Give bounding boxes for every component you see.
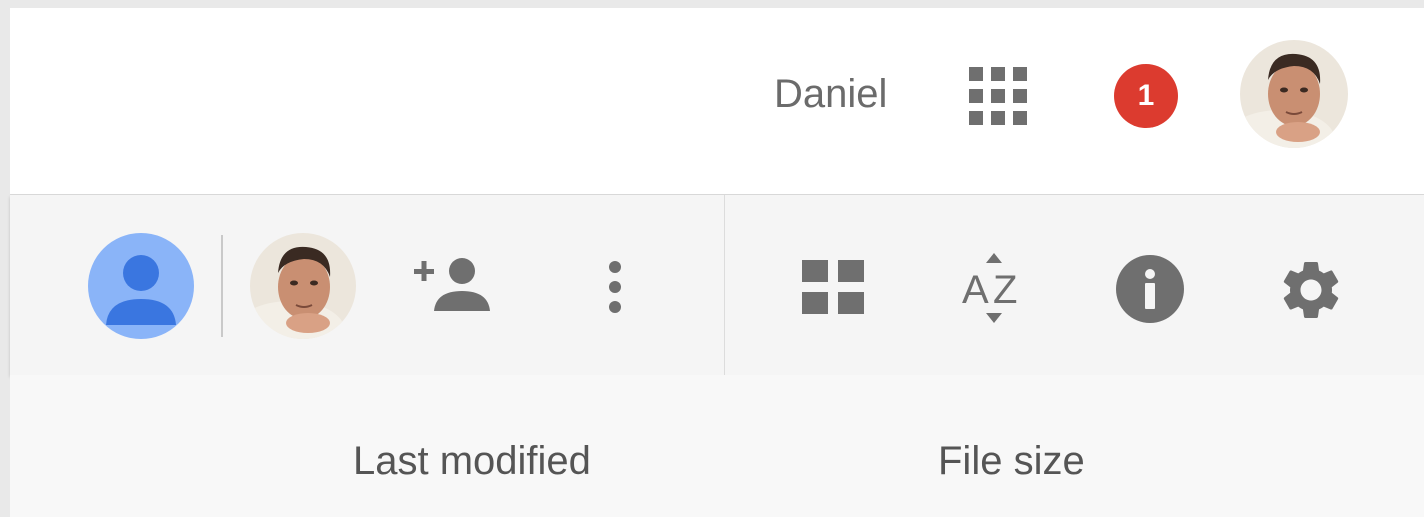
svg-text:A: A xyxy=(962,268,989,312)
toolbar-divider xyxy=(221,235,223,337)
person-add-icon xyxy=(414,258,490,311)
notification-count: 1 xyxy=(1137,79,1155,112)
user-photo-avatar xyxy=(1240,40,1348,148)
account-username[interactable]: Daniel xyxy=(774,72,887,117)
more-vert-icon xyxy=(609,261,621,313)
toolbar-section-divider xyxy=(724,195,725,375)
sort-az-icon: A Z xyxy=(962,253,1017,323)
info-icon xyxy=(1116,255,1184,323)
column-header-last-modified[interactable]: Last modified xyxy=(353,439,591,484)
column-header-file-size[interactable]: File size xyxy=(938,439,1085,484)
settings-button[interactable] xyxy=(1276,255,1346,325)
grid-view-button[interactable] xyxy=(798,257,868,319)
more-options-button[interactable] xyxy=(595,255,635,319)
drive-window: Daniel 1 A Z Last modified File size xyxy=(10,8,1424,517)
top-header: Daniel 1 xyxy=(10,8,1424,195)
sort-button[interactable]: A Z xyxy=(958,251,1030,325)
gear-icon xyxy=(1283,262,1339,318)
details-button[interactable] xyxy=(1116,255,1184,323)
user-photo-avatar xyxy=(250,233,356,339)
grid-view-icon xyxy=(802,260,864,314)
apps-grid-icon xyxy=(969,67,1027,125)
toolbar: A Z xyxy=(10,195,1424,375)
notifications-button[interactable]: 1 xyxy=(1114,64,1178,128)
file-list-column-headers: Last modified File size xyxy=(10,375,1424,517)
apps-button[interactable] xyxy=(958,56,1038,136)
person-icon xyxy=(106,255,176,325)
add-people-button[interactable] xyxy=(410,255,500,319)
my-account-button[interactable] xyxy=(88,233,194,339)
shared-user-avatar[interactable] xyxy=(250,233,356,339)
account-avatar[interactable] xyxy=(1240,40,1348,148)
svg-text:Z: Z xyxy=(993,268,1017,312)
